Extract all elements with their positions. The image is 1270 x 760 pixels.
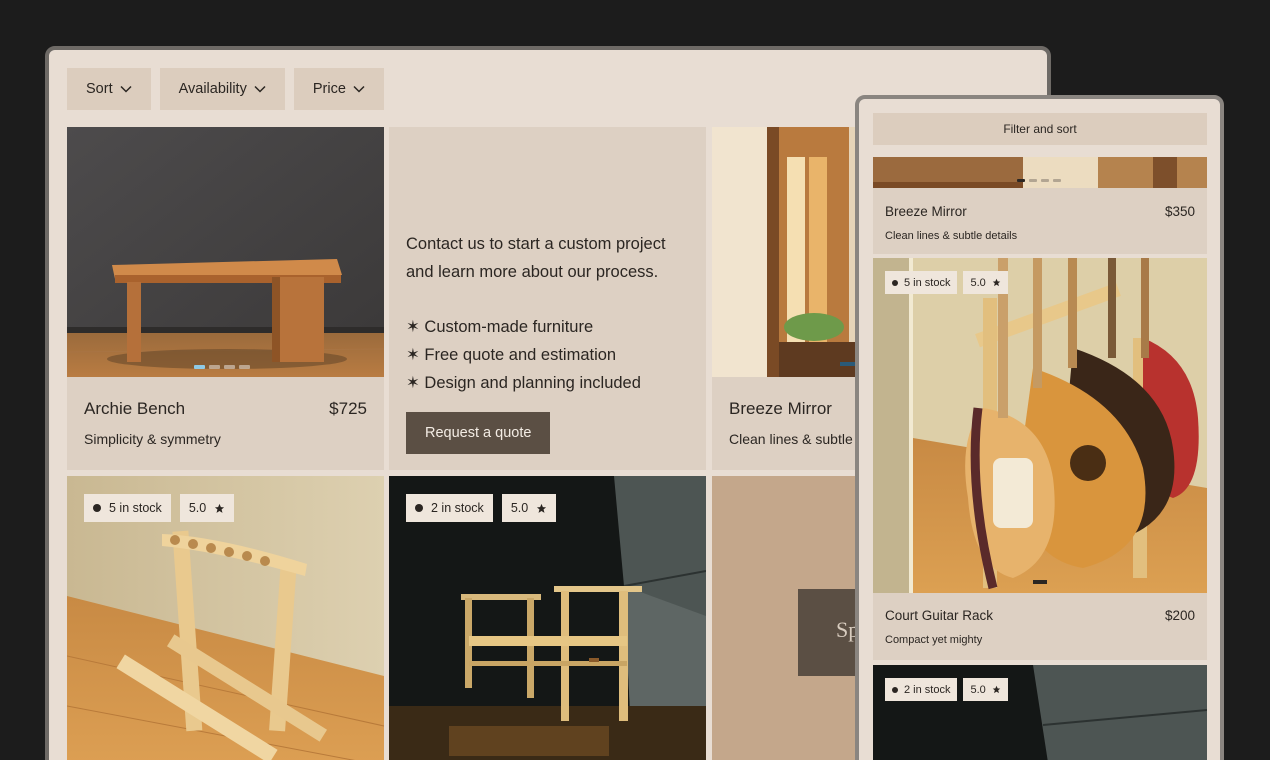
stock-dot-icon [415,504,423,512]
stock-text: 2 in stock [431,501,484,515]
price-label: Price [312,81,346,97]
request-quote-button[interactable]: Request a quote [406,412,551,454]
star-icon [215,503,225,513]
product-title[interactable]: Breeze Mirror [729,399,832,419]
image-carousel-dots[interactable] [1017,179,1061,182]
stock-text: 2 in stock [904,683,951,696]
product-badges: 2 in stock 5.0 [406,494,557,522]
sort-label: Sort [86,81,113,97]
chevron-down-icon [254,85,266,93]
stock-text: 5 in stock [904,276,951,289]
rating-value: 5.0 [970,276,986,289]
product-price: $350 [1164,204,1195,219]
promo-intro-line1: Contact us to start a custom project [406,235,666,253]
product-card-breeze-mirror[interactable]: Breeze Mirror $350 Clean lines & subtle … [873,157,1207,254]
carousel-dot[interactable] [1017,179,1025,182]
promo-intro-line2: and learn more about our process. [406,263,659,281]
product-title[interactable]: Archie Bench [84,399,185,419]
star-icon [992,685,1001,694]
filter-bar: Sort Availability Price [67,68,384,110]
carousel-dot[interactable] [1029,179,1037,182]
carousel-dot[interactable] [209,365,220,369]
rating-value: 5.0 [188,501,207,515]
product-image-archie-bench[interactable] [67,127,384,377]
stock-dot-icon [892,279,898,286]
stock-badge: 5 in stock [84,494,171,522]
promo-bullet: ✶ Design and planning included [406,374,641,392]
product-card-chair[interactable]: 2 in stock 5.0 [389,476,706,760]
custom-project-promo: Contact us to start a custom project and… [389,127,706,470]
chevron-down-icon [353,85,365,93]
product-card-chair[interactable]: 2 in stock 5.0 [873,665,1207,760]
chevron-down-icon [120,85,132,93]
stock-dot-icon [93,504,101,512]
product-tagline: Clean lines & subtle details [885,230,1018,242]
star-icon [537,503,547,513]
product-card-archie-bench[interactable]: Archie Bench $725 Simplicity & symmetry [67,127,384,470]
price-button[interactable]: Price [293,68,384,110]
stock-badge: 5 in stock [885,271,958,294]
rating-badge: 5.0 [501,494,557,522]
stock-badge: 2 in stock [406,494,493,522]
product-badges: 5 in stock 5.0 [885,271,1008,294]
mobile-window: Filter and sort Breeze Mirror $350 Clean… [855,95,1224,760]
availability-button[interactable]: Availability [159,68,285,110]
sort-button[interactable]: Sort [67,68,151,110]
carousel-dot[interactable] [1041,179,1049,182]
product-tagline: Compact yet mighty [885,634,983,646]
rating-value: 5.0 [510,501,529,515]
product-price: $725 [329,399,367,418]
image-carousel-dots[interactable] [194,365,250,369]
stock-dot-icon [892,686,898,693]
product-image-guitar-rack[interactable] [873,258,1207,593]
rating-badge: 5.0 [179,494,235,522]
filter-and-sort-button[interactable]: Filter and sort [873,113,1207,145]
promo-bullet: ✶ Free quote and estimation [406,346,617,364]
product-tagline: Simplicity & symmetry [84,431,221,447]
carousel-dot[interactable] [224,365,235,369]
stock-text: 5 in stock [109,501,162,515]
product-badges: 5 in stock 5.0 [84,494,235,522]
rating-badge: 5.0 [963,678,1008,701]
product-image-breeze-mirror[interactable] [873,157,1207,188]
rating-badge: 5.0 [963,271,1008,294]
rating-value: 5.0 [970,683,986,696]
product-badges: 2 in stock 5.0 [885,678,1008,701]
availability-label: Availability [178,81,247,97]
carousel-dot[interactable] [239,365,250,369]
product-price: $200 [1164,608,1195,623]
star-icon [992,278,1001,287]
promo-bullet: ✶ Custom-made furniture [406,318,594,336]
stock-badge: 2 in stock [885,678,958,701]
carousel-dot[interactable] [1053,179,1061,182]
product-title[interactable]: Breeze Mirror [885,204,967,219]
product-tagline: Clean lines & subtle [729,431,853,447]
product-card-guitar-rack[interactable]: 5 in stock 5.0 Court Guitar Rack $200 Co… [873,258,1207,660]
carousel-dot[interactable] [194,365,205,369]
product-title[interactable]: Court Guitar Rack [885,608,993,623]
product-card-guitar-rack[interactable]: 5 in stock 5.0 [67,476,384,760]
